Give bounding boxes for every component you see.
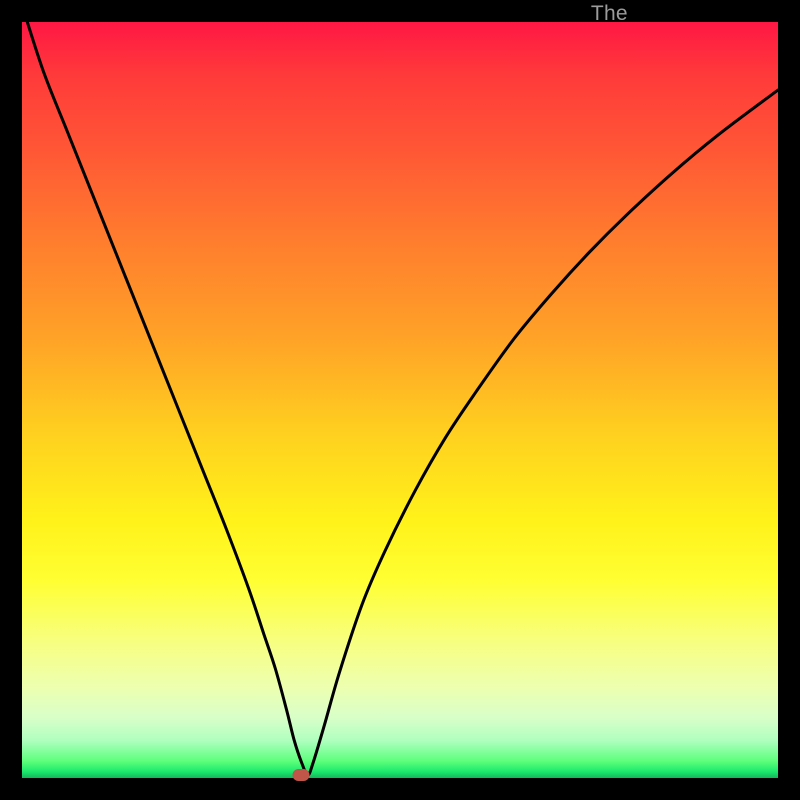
plot-area <box>22 22 778 778</box>
chart-frame: The Bottlenecker.com <box>0 0 800 800</box>
watermark: The Bottlenecker.com <box>591 2 792 26</box>
watermark-suffix: Bottlenecker.com <box>628 2 792 26</box>
bottleneck-curve <box>22 22 778 778</box>
optimal-point-marker <box>292 769 309 781</box>
watermark-prefix: The <box>591 2 628 26</box>
